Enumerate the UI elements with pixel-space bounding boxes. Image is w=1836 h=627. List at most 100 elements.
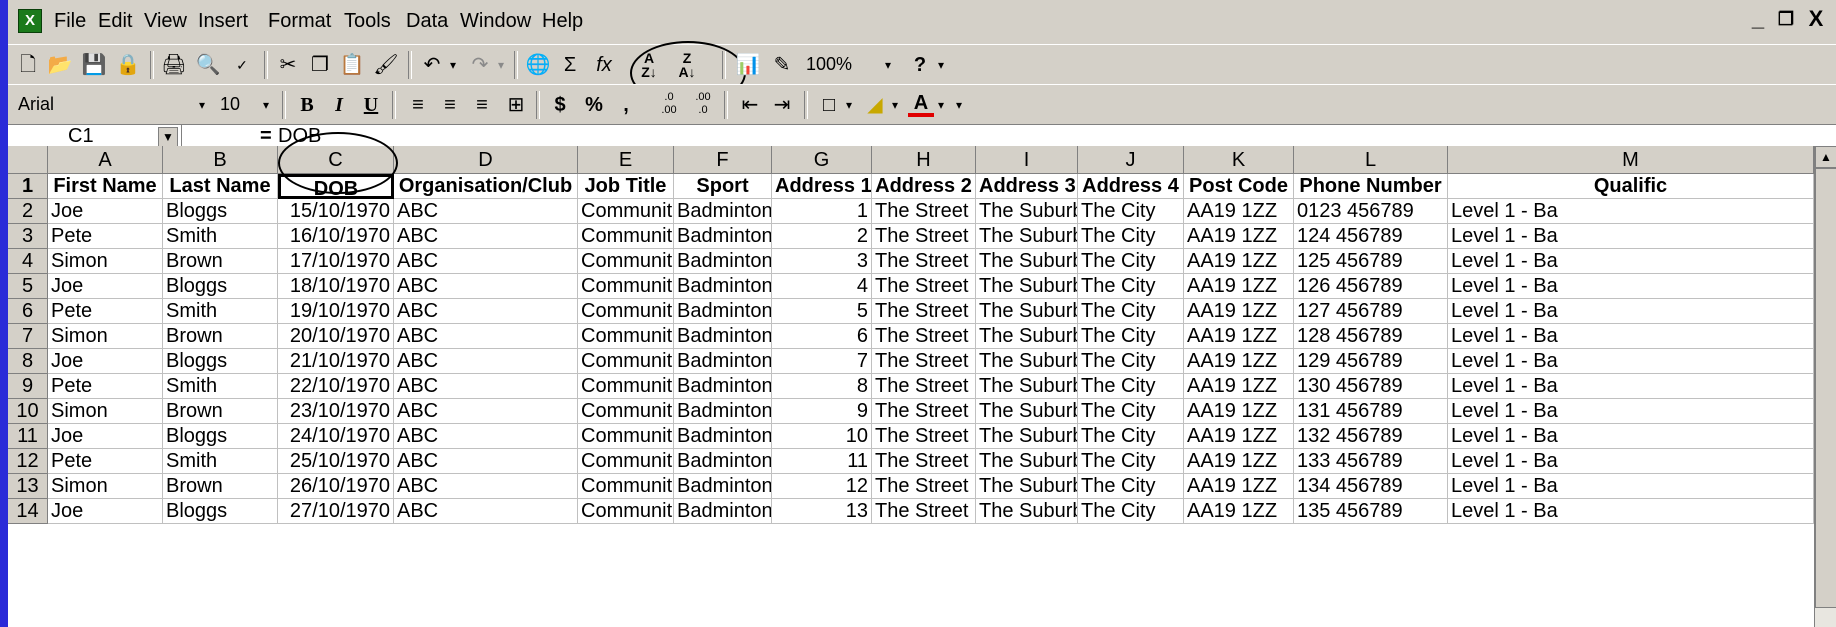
table-cell[interactable]: 3 <box>772 249 872 274</box>
paste-icon[interactable]: 📋 <box>338 51 366 79</box>
table-cell[interactable]: 2 <box>772 224 872 249</box>
table-cell[interactable]: Level 1 - Ba <box>1448 474 1814 499</box>
header-cell[interactable]: Address 2 <box>872 174 976 199</box>
table-cell[interactable]: Joe <box>48 424 163 449</box>
table-cell[interactable]: Badminton <box>674 374 772 399</box>
table-cell[interactable]: 127 456789 <box>1294 299 1448 324</box>
table-cell[interactable]: 9 <box>772 399 872 424</box>
table-cell[interactable]: Brown <box>163 474 278 499</box>
table-cell[interactable]: Level 1 - Ba <box>1448 449 1814 474</box>
column-header-g[interactable]: G <box>772 146 872 174</box>
table-cell[interactable]: Level 1 - Ba <box>1448 424 1814 449</box>
restore-button[interactable]: ❐ <box>1774 6 1798 32</box>
menu-data[interactable]: Data <box>406 10 448 33</box>
table-cell[interactable]: ABC <box>394 224 578 249</box>
table-cell[interactable]: 124 456789 <box>1294 224 1448 249</box>
table-cell[interactable]: The Street <box>872 324 976 349</box>
font-color-dropdown-icon[interactable]: ▾ <box>934 91 948 119</box>
decrease-indent-icon[interactable]: ⇤ <box>736 91 764 119</box>
table-cell[interactable]: Communit <box>578 249 674 274</box>
table-cell[interactable]: AA19 1ZZ <box>1184 474 1294 499</box>
column-header-e[interactable]: E <box>578 146 674 174</box>
table-cell[interactable]: Joe <box>48 274 163 299</box>
table-cell[interactable]: The Suburb <box>976 424 1078 449</box>
table-cell[interactable]: Communit <box>578 399 674 424</box>
table-cell[interactable]: Brown <box>163 324 278 349</box>
save-icon[interactable]: 💾 <box>80 51 108 79</box>
insert-function-icon[interactable]: fx <box>592 51 616 79</box>
table-cell[interactable]: 17/10/1970 <box>278 249 394 274</box>
table-cell[interactable]: 0123 456789 <box>1294 199 1448 224</box>
column-header-i[interactable]: I <box>976 146 1078 174</box>
column-header-a[interactable]: A <box>48 146 163 174</box>
table-cell[interactable]: ABC <box>394 474 578 499</box>
table-cell[interactable]: The Street <box>872 349 976 374</box>
scroll-thumb[interactable] <box>1815 168 1836 608</box>
row-header[interactable]: 7 <box>8 324 48 349</box>
italic-button[interactable]: I <box>326 91 352 119</box>
table-cell[interactable]: 12 <box>772 474 872 499</box>
table-cell[interactable]: Level 1 - Ba <box>1448 324 1814 349</box>
table-cell[interactable]: Pete <box>48 299 163 324</box>
table-cell[interactable]: ABC <box>394 249 578 274</box>
header-cell[interactable]: Organisation/Club <box>394 174 578 199</box>
menu-help[interactable]: Help <box>542 10 583 33</box>
cut-icon[interactable]: ✂ <box>274 51 302 79</box>
table-cell[interactable]: 22/10/1970 <box>278 374 394 399</box>
column-header-k[interactable]: K <box>1184 146 1294 174</box>
table-cell[interactable]: Simon <box>48 249 163 274</box>
table-cell[interactable]: Simon <box>48 324 163 349</box>
table-cell[interactable]: Level 1 - Ba <box>1448 299 1814 324</box>
font-size-dropdown-icon[interactable]: ▾ <box>258 91 274 119</box>
column-header-b[interactable]: B <box>163 146 278 174</box>
table-cell[interactable]: 130 456789 <box>1294 374 1448 399</box>
table-cell[interactable]: The Street <box>872 474 976 499</box>
table-cell[interactable]: Communit <box>578 349 674 374</box>
table-cell[interactable]: The City <box>1078 299 1184 324</box>
row-header[interactable]: 9 <box>8 374 48 399</box>
borders-dropdown-icon[interactable]: ▾ <box>842 91 856 119</box>
header-cell[interactable]: Last Name <box>163 174 278 199</box>
header-cell[interactable]: Phone Number <box>1294 174 1448 199</box>
table-cell[interactable]: AA19 1ZZ <box>1184 349 1294 374</box>
table-cell[interactable]: 19/10/1970 <box>278 299 394 324</box>
header-cell[interactable]: Address 3 <box>976 174 1078 199</box>
column-header-m[interactable]: M <box>1448 146 1814 174</box>
table-cell[interactable]: The Suburb <box>976 374 1078 399</box>
table-cell[interactable]: Badminton <box>674 299 772 324</box>
table-cell[interactable]: AA19 1ZZ <box>1184 274 1294 299</box>
table-cell[interactable]: Smith <box>163 299 278 324</box>
table-cell[interactable]: Badminton <box>674 474 772 499</box>
borders-icon[interactable]: □ <box>816 91 842 119</box>
table-cell[interactable]: AA19 1ZZ <box>1184 399 1294 424</box>
table-cell[interactable]: Bloggs <box>163 499 278 524</box>
table-cell[interactable]: Smith <box>163 449 278 474</box>
name-box[interactable]: C1 <box>8 125 182 147</box>
table-cell[interactable]: ABC <box>394 349 578 374</box>
comma-button[interactable]: , <box>616 91 636 119</box>
spelling-icon[interactable]: ✓ <box>228 51 256 79</box>
table-cell[interactable]: Simon <box>48 474 163 499</box>
table-cell[interactable]: The City <box>1078 249 1184 274</box>
menu-edit[interactable]: Edit <box>98 10 132 33</box>
table-cell[interactable]: Badminton <box>674 424 772 449</box>
row-header[interactable]: 1 <box>8 174 48 199</box>
table-cell[interactable]: The Street <box>872 299 976 324</box>
table-cell[interactable]: AA19 1ZZ <box>1184 224 1294 249</box>
table-cell[interactable]: 16/10/1970 <box>278 224 394 249</box>
font-size-combo[interactable]: 10 <box>216 91 256 117</box>
table-cell[interactable]: The City <box>1078 199 1184 224</box>
table-cell[interactable]: Communit <box>578 199 674 224</box>
table-cell[interactable]: Joe <box>48 199 163 224</box>
table-cell[interactable]: The Suburb <box>976 224 1078 249</box>
table-cell[interactable]: 11 <box>772 449 872 474</box>
increase-decimal-icon[interactable]: .0.00 <box>654 91 684 119</box>
table-cell[interactable]: The Street <box>872 224 976 249</box>
table-cell[interactable]: Badminton <box>674 224 772 249</box>
row-header[interactable]: 10 <box>8 399 48 424</box>
table-cell[interactable]: AA19 1ZZ <box>1184 424 1294 449</box>
underline-button[interactable]: U <box>358 91 384 119</box>
table-cell[interactable]: Communit <box>578 299 674 324</box>
table-cell[interactable]: The Suburb <box>976 474 1078 499</box>
table-cell[interactable]: The City <box>1078 374 1184 399</box>
